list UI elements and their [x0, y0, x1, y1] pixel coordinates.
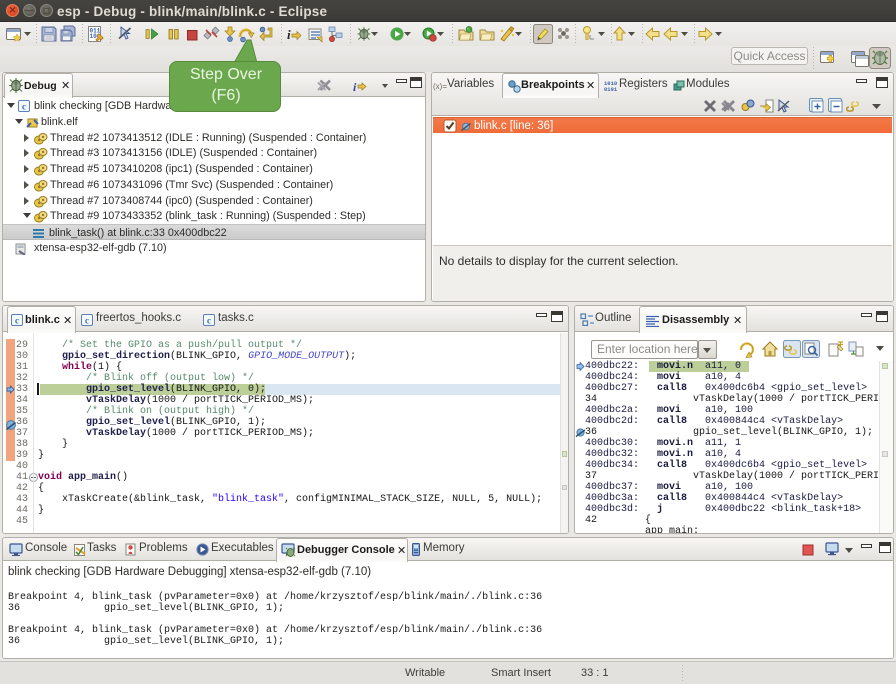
svg-text:0101: 0101 [604, 86, 618, 91]
svg-text:i: i [287, 27, 291, 42]
svg-text:(x)=: (x)= [433, 82, 447, 91]
svg-text:c: c [22, 102, 26, 112]
svg-text:i: i [353, 80, 357, 93]
svg-text:c: c [85, 316, 89, 326]
svg-text:c: c [15, 316, 19, 326]
svg-text:c: c [207, 316, 211, 326]
